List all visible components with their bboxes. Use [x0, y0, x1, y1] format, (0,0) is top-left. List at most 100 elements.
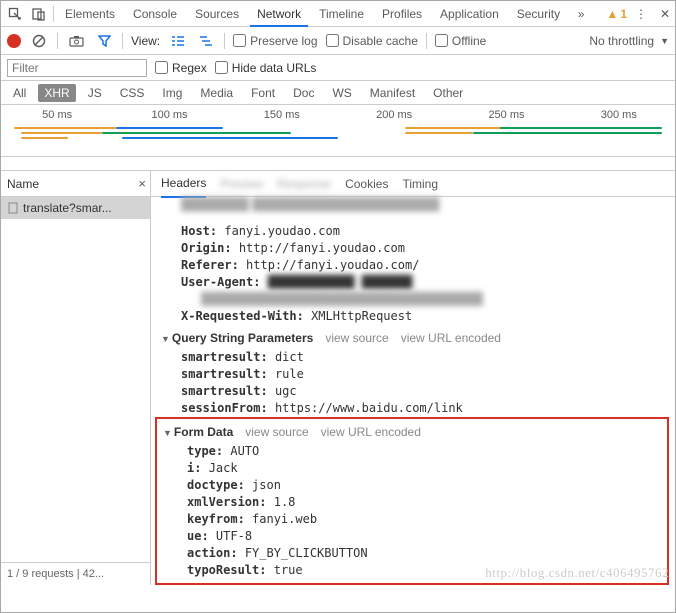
filter-icon[interactable]: [94, 31, 114, 51]
tab-response[interactable]: Response: [277, 171, 331, 197]
divider: [57, 33, 58, 49]
offline-label: Offline: [452, 34, 486, 48]
form-row: xmlVersion: 1.8: [157, 494, 667, 511]
tab-network[interactable]: Network: [250, 1, 308, 27]
request-list-header: Name ×: [1, 171, 150, 197]
type-font[interactable]: Font: [245, 84, 281, 102]
hide-data-label: Hide data URLs: [232, 61, 317, 75]
divider: [224, 33, 225, 49]
tab-timeline[interactable]: Timeline: [312, 1, 371, 27]
disable-cache-label: Disable cache: [343, 34, 418, 48]
form-row: ue: UTF-8: [157, 528, 667, 545]
record-button[interactable]: [7, 34, 21, 48]
close-icon[interactable]: ✕: [655, 4, 675, 24]
tab-sources[interactable]: Sources: [188, 1, 246, 27]
timeline-labels: 50 ms100 ms150 ms 200 ms250 ms300 ms: [1, 109, 675, 123]
header-user-agent: User-Agent: ████████████ ███████: [151, 274, 675, 291]
divider: [426, 33, 427, 49]
device-toggle-icon[interactable]: [29, 4, 49, 24]
header-host: Host: fanyi.youdao.com: [151, 223, 675, 240]
network-toolbar: View: Preserve log Disable cache Offline…: [1, 27, 675, 55]
kebab-menu-icon[interactable]: ⋮: [631, 4, 651, 24]
qs-row: smartresult: ugc: [151, 383, 675, 400]
filter-row: Regex Hide data URLs: [1, 55, 675, 81]
request-list-pane: Name × translate?smar... 1 / 9 requests …: [1, 171, 151, 585]
regex-checkbox[interactable]: Regex: [155, 61, 207, 75]
request-detail-pane: Headers Preview Response Cookies Timing …: [151, 171, 675, 585]
view-label: View:: [131, 34, 160, 48]
qs-row: sessionFrom: https://www.baidu.com/link: [151, 400, 675, 417]
view-source-link[interactable]: view source: [245, 425, 308, 439]
network-split: Name × translate?smar... 1 / 9 requests …: [1, 171, 675, 585]
clear-icon[interactable]: [29, 31, 49, 51]
tab-elements[interactable]: Elements: [58, 1, 122, 27]
tab-security[interactable]: Security: [510, 1, 567, 27]
waterfall-view-icon[interactable]: [196, 31, 216, 51]
tab-cookies[interactable]: Cookies: [345, 171, 388, 197]
form-row: type: AUTO: [157, 443, 667, 460]
view-url-encoded-link[interactable]: view URL encoded: [321, 425, 421, 439]
column-name: Name: [7, 177, 144, 191]
detail-tabs: Headers Preview Response Cookies Timing: [151, 171, 675, 197]
triangle-down-icon: ▼: [163, 428, 172, 438]
query-string-section[interactable]: ▼Query String Parameters view source vie…: [151, 325, 675, 349]
capture-screenshot-icon[interactable]: [66, 31, 86, 51]
regex-label: Regex: [172, 61, 207, 75]
hide-data-urls-checkbox[interactable]: Hide data URLs: [215, 61, 317, 75]
chevron-down-icon: ▼: [660, 36, 669, 46]
divider: [122, 33, 123, 49]
warnings-badge[interactable]: ▲1: [606, 7, 627, 21]
inspect-icon[interactable]: [5, 4, 25, 24]
warning-icon: ▲: [606, 7, 618, 21]
offline-checkbox[interactable]: Offline: [435, 34, 486, 48]
type-js[interactable]: JS: [82, 84, 108, 102]
preserve-log-label: Preserve log: [250, 34, 317, 48]
large-rows-icon[interactable]: [168, 31, 188, 51]
header-origin: Origin: http://fanyi.youdao.com: [151, 240, 675, 257]
more-tabs-icon[interactable]: »: [571, 4, 591, 24]
qs-row: smartresult: rule: [151, 366, 675, 383]
form-data-section[interactable]: ▼Form Data view source view URL encoded: [157, 419, 667, 443]
tab-preview[interactable]: Preview: [220, 171, 263, 197]
view-source-link[interactable]: view source: [325, 331, 388, 345]
type-xhr[interactable]: XHR: [38, 84, 75, 102]
tab-headers[interactable]: Headers: [161, 171, 206, 198]
tab-application[interactable]: Application: [433, 1, 506, 27]
qs-row: smartresult: dict: [151, 349, 675, 366]
form-row: doctype: json: [157, 477, 667, 494]
type-other[interactable]: Other: [427, 84, 469, 102]
tab-console[interactable]: Console: [126, 1, 184, 27]
type-manifest[interactable]: Manifest: [364, 84, 421, 102]
header-x-requested-with: X-Requested-With: XMLHttpRequest: [151, 308, 675, 325]
timeline-gap: [1, 157, 675, 171]
waterfall-timeline[interactable]: 50 ms100 ms150 ms 200 ms250 ms300 ms: [1, 105, 675, 157]
form-row: keyfrom: fanyi.web: [157, 511, 667, 528]
type-img[interactable]: Img: [156, 84, 188, 102]
header-referer: Referer: http://fanyi.youdao.com/: [151, 257, 675, 274]
type-filter-row: All XHR JS CSS Img Media Font Doc WS Man…: [1, 81, 675, 105]
devtools-main-tabs: Elements Console Sources Network Timelin…: [1, 1, 675, 27]
type-doc[interactable]: Doc: [287, 84, 320, 102]
close-detail-icon[interactable]: ×: [138, 176, 146, 191]
type-ws[interactable]: WS: [326, 84, 357, 102]
tab-timing[interactable]: Timing: [402, 171, 438, 197]
triangle-down-icon: ▼: [161, 334, 170, 344]
type-css[interactable]: CSS: [114, 84, 151, 102]
disable-cache-checkbox[interactable]: Disable cache: [326, 34, 418, 48]
timeline-bars: [1, 123, 675, 153]
form-row: action: FY_BY_CLICKBUTTON: [157, 545, 667, 562]
redacted-header: ████████ ██████████████████████: [181, 197, 675, 223]
divider: [53, 6, 54, 22]
redacted-line: ███████████████████████████████████████: [151, 291, 675, 308]
tab-profiles[interactable]: Profiles: [375, 1, 429, 27]
view-url-encoded-link[interactable]: view URL encoded: [401, 331, 501, 345]
request-row[interactable]: translate?smar...: [1, 197, 150, 219]
status-bar: 1 / 9 requests | 42...: [1, 562, 150, 585]
warning-count: 1: [620, 7, 627, 21]
type-media[interactable]: Media: [194, 84, 239, 102]
throttling-select[interactable]: No throttling ▼: [589, 34, 669, 48]
type-all[interactable]: All: [7, 84, 32, 102]
file-icon: [7, 202, 19, 214]
filter-input[interactable]: [7, 59, 147, 77]
preserve-log-checkbox[interactable]: Preserve log: [233, 34, 317, 48]
